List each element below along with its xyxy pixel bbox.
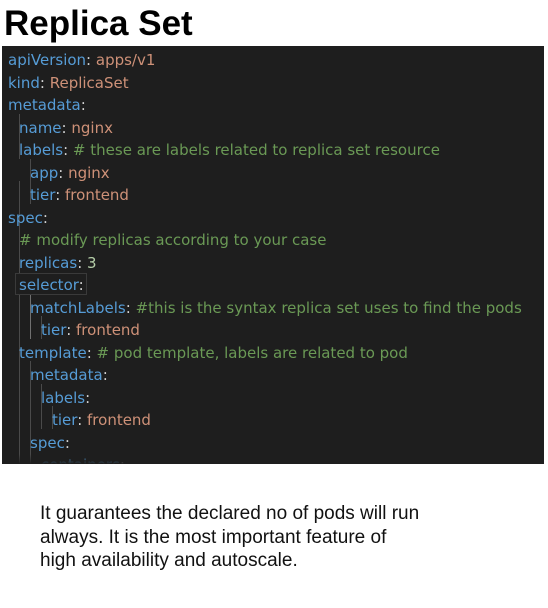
code-line-tier: tier: frontend (30, 184, 129, 207)
code-line-app: app: nginx (30, 162, 110, 185)
yaml-key: replicas (19, 253, 78, 272)
yaml-comment: #this is the syntax replica set uses to … (130, 298, 522, 317)
code-line-matchlabels: matchLabels: #this is the syntax replica… (30, 297, 522, 320)
yaml-key: app (30, 163, 59, 182)
yaml-colon: : (102, 366, 108, 384)
yaml-value: nginx (63, 163, 110, 182)
code-line-spec: spec: (8, 207, 48, 230)
yaml-value: frontend (71, 321, 140, 339)
yaml-colon: : (42, 208, 48, 227)
code-line-labels: labels: # these are labels related to re… (19, 139, 440, 162)
yaml-value: apps/v1 (91, 51, 156, 69)
code-line-spec: spec: (30, 432, 70, 455)
code-line-template: template: # pod template, labels are rel… (19, 342, 408, 365)
yaml-colon: : (78, 276, 84, 294)
code-editor[interactable]: apiVersion: apps/v1 kind: ReplicaSet met… (2, 46, 544, 464)
yaml-key: labels (41, 388, 86, 407)
code-line-metadata: metadata: (8, 94, 86, 117)
yaml-key: matchLabels (30, 298, 126, 317)
code-line-replicas: replicas: 3 (19, 252, 97, 275)
code-line-tier: tier: frontend (52, 409, 151, 432)
page-title: Replica Set (4, 4, 193, 43)
code-line-tier: tier: frontend (41, 319, 140, 342)
yaml-key: labels (19, 141, 64, 159)
yaml-value: frontend (60, 186, 129, 204)
yaml-key: tier (41, 321, 67, 339)
yaml-key: spec (30, 433, 65, 452)
yaml-value: ReplicaSet (44, 73, 129, 92)
yaml-colon: : (80, 96, 86, 114)
yaml-key: kind (8, 73, 40, 92)
code-line-name: name: nginx (19, 117, 113, 140)
yaml-number: 3 (82, 253, 97, 272)
yaml-colon: : (85, 388, 91, 407)
yaml-key: tier (52, 411, 78, 429)
code-line-labels: labels: (41, 387, 90, 410)
yaml-key: apiVersion (8, 51, 87, 69)
yaml-colon: : (64, 433, 70, 452)
code-line-comment: # modify replicas according to your case (19, 229, 326, 252)
yaml-key: metadata (8, 96, 81, 114)
code-line-apiversion: apiVersion: apps/v1 (8, 49, 155, 72)
yaml-key: metadata (30, 366, 103, 384)
yaml-value: frontend (82, 411, 151, 429)
code-line-kind: kind: ReplicaSet (8, 72, 129, 95)
yaml-key: name (19, 118, 62, 137)
yaml-value: nginx (66, 118, 113, 137)
yaml-comment: # pod template, labels are related to po… (91, 343, 408, 362)
code-line-selector: selector: (19, 274, 84, 297)
yaml-key: spec (8, 208, 43, 227)
yaml-key: tier (30, 186, 56, 204)
yaml-comment: # modify replicas according to your case (19, 231, 327, 249)
description-text: It guarantees the declared no of pods wi… (40, 503, 420, 571)
yaml-key: selector (19, 276, 79, 294)
yaml-key: template (19, 343, 87, 362)
code-line-metadata: metadata: (30, 364, 108, 387)
editor-bottom-fade (2, 454, 544, 464)
yaml-comment: # these are labels related to replica se… (68, 141, 440, 159)
